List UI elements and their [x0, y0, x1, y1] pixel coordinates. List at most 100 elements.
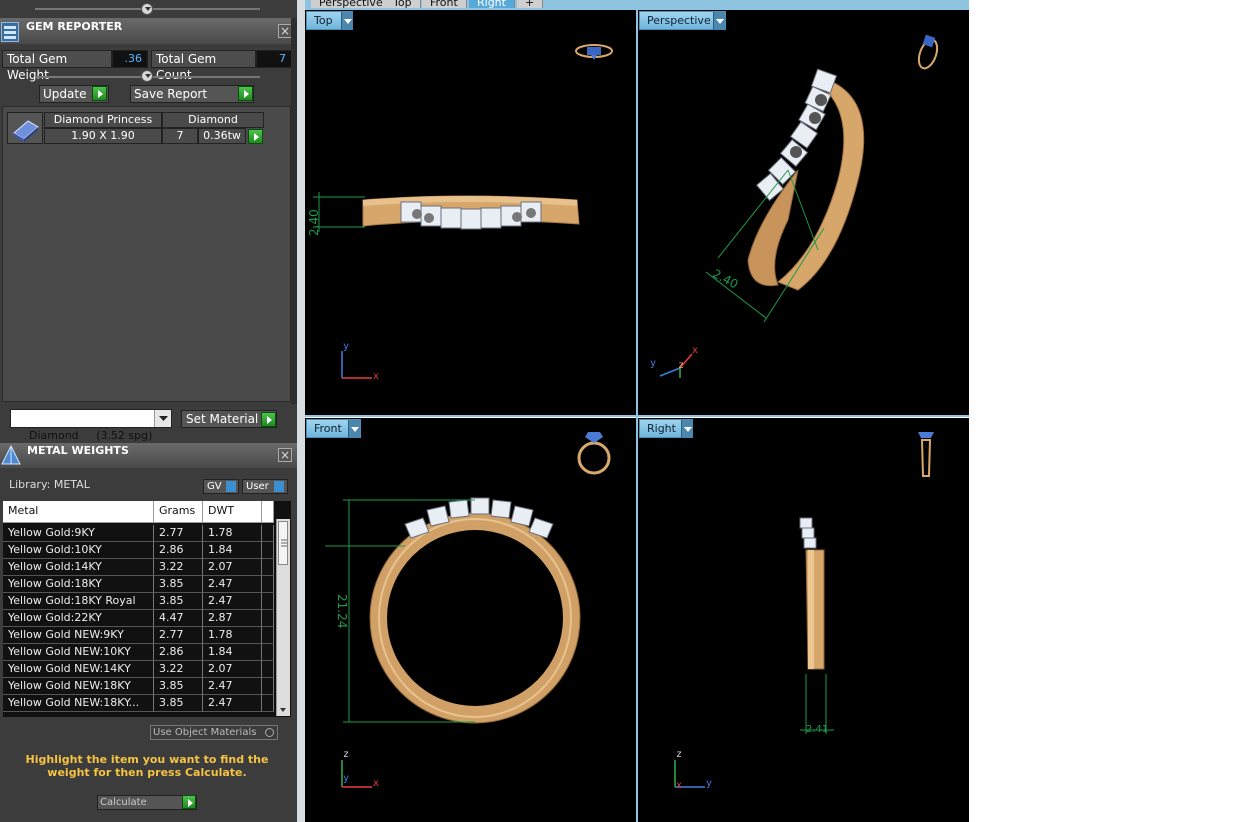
panel-divider[interactable]: [297, 0, 305, 822]
metal-name-cell[interactable]: Yellow Gold:22KY: [3, 610, 154, 627]
dwt-cell[interactable]: 1.84: [203, 542, 262, 559]
grams-cell[interactable]: 4.47: [154, 610, 203, 627]
dwt-cell[interactable]: 1.78: [203, 525, 262, 542]
blank-cell[interactable]: [262, 695, 274, 712]
grams-cell[interactable]: 3.85: [154, 576, 203, 593]
metal-column-header[interactable]: Metal: [3, 501, 154, 523]
viewport-top-dropdown-icon[interactable]: [341, 12, 353, 30]
table-row[interactable]: Yellow Gold:18KY 3.85 2.47: [3, 576, 274, 593]
gem-weight-cell[interactable]: 0.36tw: [198, 128, 246, 144]
set-material-button-label: Set Material: [186, 412, 259, 426]
gem-name-cell[interactable]: Diamond Princess: [44, 112, 162, 128]
dwt-cell[interactable]: 2.07: [203, 661, 262, 678]
metal-weights-close-icon[interactable]: ×: [278, 448, 292, 462]
blank-cell[interactable]: [262, 627, 274, 644]
grams-cell[interactable]: 3.22: [154, 661, 203, 678]
dwt-cell[interactable]: 2.07: [203, 559, 262, 576]
dwt-cell[interactable]: 2.47: [203, 678, 262, 695]
blank-cell[interactable]: [262, 525, 274, 542]
table-row[interactable]: Yellow Gold NEW:18KY 3.85 2.47: [3, 678, 274, 695]
metal-name-cell[interactable]: Yellow Gold:18KY: [3, 576, 154, 593]
metal-name-cell[interactable]: Yellow Gold:14KY: [3, 559, 154, 576]
diamond-princess-thumbnail[interactable]: [7, 112, 43, 144]
dwt-cell[interactable]: 2.47: [203, 593, 262, 610]
grams-cell[interactable]: 2.86: [154, 542, 203, 559]
table-row[interactable]: Yellow Gold NEW:10KY 2.86 1.84: [3, 644, 274, 661]
viewport-perspective[interactable]: Perspective 2.40 y z x: [638, 10, 969, 415]
table-row[interactable]: Yellow Gold:18KY Royal 3.85 2.47: [3, 593, 274, 610]
grams-cell[interactable]: 2.77: [154, 627, 203, 644]
blank-cell[interactable]: [262, 559, 274, 576]
tab-front[interactable]: Front: [422, 0, 467, 8]
metal-name-cell[interactable]: Yellow Gold:18KY Royal: [3, 593, 154, 610]
material-select-chevron-down-icon[interactable]: [154, 410, 171, 427]
grams-cell[interactable]: 2.77: [154, 525, 203, 542]
blank-cell[interactable]: [262, 644, 274, 661]
viewport-perspective-label: Perspective: [647, 14, 711, 27]
gem-reporter-close-icon[interactable]: ×: [278, 24, 292, 38]
table-row[interactable]: Yellow Gold:14KY 3.22 2.07: [3, 559, 274, 576]
metal-name-cell[interactable]: Yellow Gold NEW:18KY: [3, 678, 154, 695]
tab-add-icon[interactable]: +: [517, 0, 544, 8]
use-object-materials-label: Use Object Materials: [153, 727, 257, 738]
grams-cell[interactable]: 3.85: [154, 678, 203, 695]
gem-size-cell[interactable]: 1.90 X 1.90: [44, 128, 162, 144]
calculate-go-icon[interactable]: [182, 795, 196, 809]
metal-name-cell[interactable]: Yellow Gold:10KY: [3, 542, 154, 559]
table-row[interactable]: Yellow Gold NEW:9KY 2.77 1.78: [3, 627, 274, 644]
blank-cell[interactable]: [262, 678, 274, 695]
update-go-icon[interactable]: [92, 86, 107, 101]
gem-material-cell[interactable]: Diamond: [162, 112, 264, 128]
blank-cell[interactable]: [262, 576, 274, 593]
tab-top[interactable]: Top: [385, 0, 421, 8]
blank-cell[interactable]: [262, 542, 274, 559]
dwt-cell[interactable]: 2.87: [203, 610, 262, 627]
tab-right[interactable]: Right: [469, 0, 515, 8]
gem-count-cell[interactable]: 7: [162, 128, 198, 144]
metal-name-cell[interactable]: Yellow Gold NEW:14KY: [3, 661, 154, 678]
metal-name-cell[interactable]: Yellow Gold NEW:18KY...: [3, 695, 154, 712]
dwt-cell[interactable]: 2.47: [203, 695, 262, 712]
grams-cell[interactable]: 3.22: [154, 559, 203, 576]
dwt-column-header[interactable]: DWT: [203, 501, 262, 523]
use-object-materials-radio-icon[interactable]: [265, 728, 274, 737]
table-row[interactable]: Yellow Gold NEW:18KY... 3.85 2.47: [3, 695, 274, 712]
save-report-go-icon[interactable]: [238, 86, 253, 101]
metal-rows: Yellow Gold:9KY 2.77 1.78 Yellow Gold:10KY 2…: [3, 525, 274, 712]
scrollbar-thumb[interactable]: [278, 521, 288, 565]
dwt-cell[interactable]: 1.84: [203, 644, 262, 661]
table-row[interactable]: Yellow Gold:9KY 2.77 1.78: [3, 525, 274, 542]
set-material-go-icon[interactable]: [261, 412, 276, 427]
table-row[interactable]: Yellow Gold:10KY 2.86 1.84: [3, 542, 274, 559]
scroll-down-arrow-icon[interactable]: [278, 704, 288, 714]
metal-name-cell[interactable]: Yellow Gold NEW:10KY: [3, 644, 154, 661]
dwt-cell[interactable]: 1.78: [203, 627, 262, 644]
viewport-right[interactable]: Right 2.41 z x y: [638, 418, 969, 822]
viewport-right-dropdown-icon[interactable]: [681, 420, 693, 438]
use-object-materials-toggle[interactable]: Use Object Materials: [150, 725, 278, 740]
dwt-cell[interactable]: 2.47: [203, 576, 262, 593]
table-row[interactable]: Yellow Gold NEW:14KY 3.22 2.07: [3, 661, 274, 678]
material-select[interactable]: Diamond (3.52 spg): [10, 409, 172, 442]
metal-name-cell[interactable]: Yellow Gold NEW:9KY: [3, 627, 154, 644]
gem-row-go-icon[interactable]: [248, 129, 263, 144]
grams-cell[interactable]: 3.85: [154, 695, 203, 712]
blank-cell[interactable]: [262, 610, 274, 627]
splitter-knob[interactable]: [141, 3, 153, 15]
metal-name-cell[interactable]: Yellow Gold:9KY: [3, 525, 154, 542]
middle-splitter-knob[interactable]: [141, 70, 153, 82]
grams-column-header[interactable]: Grams: [154, 501, 203, 523]
viewport-front[interactable]: Front 21.24 z y x: [305, 418, 636, 822]
grams-cell[interactable]: 2.86: [154, 644, 203, 661]
blank-cell[interactable]: [262, 593, 274, 610]
table-row[interactable]: Yellow Gold:22KY 4.47 2.87: [3, 610, 274, 627]
grams-cell[interactable]: 3.85: [154, 593, 203, 610]
viewport-top[interactable]: Top 2.40 y x: [305, 10, 636, 415]
metal-table[interactable]: Metal Grams DWT Yellow Gold:9KY 2.77 1.78 Y…: [3, 501, 291, 717]
tab-perspective[interactable]: Perspective: [311, 0, 392, 8]
viewport-perspective-dropdown-icon[interactable]: [713, 12, 725, 30]
blank-cell[interactable]: [262, 661, 274, 678]
front-dimension: 21.24: [335, 594, 349, 629]
save-report-button[interactable]: Save Report: [130, 85, 254, 103]
viewport-front-dropdown-icon[interactable]: [348, 420, 360, 438]
